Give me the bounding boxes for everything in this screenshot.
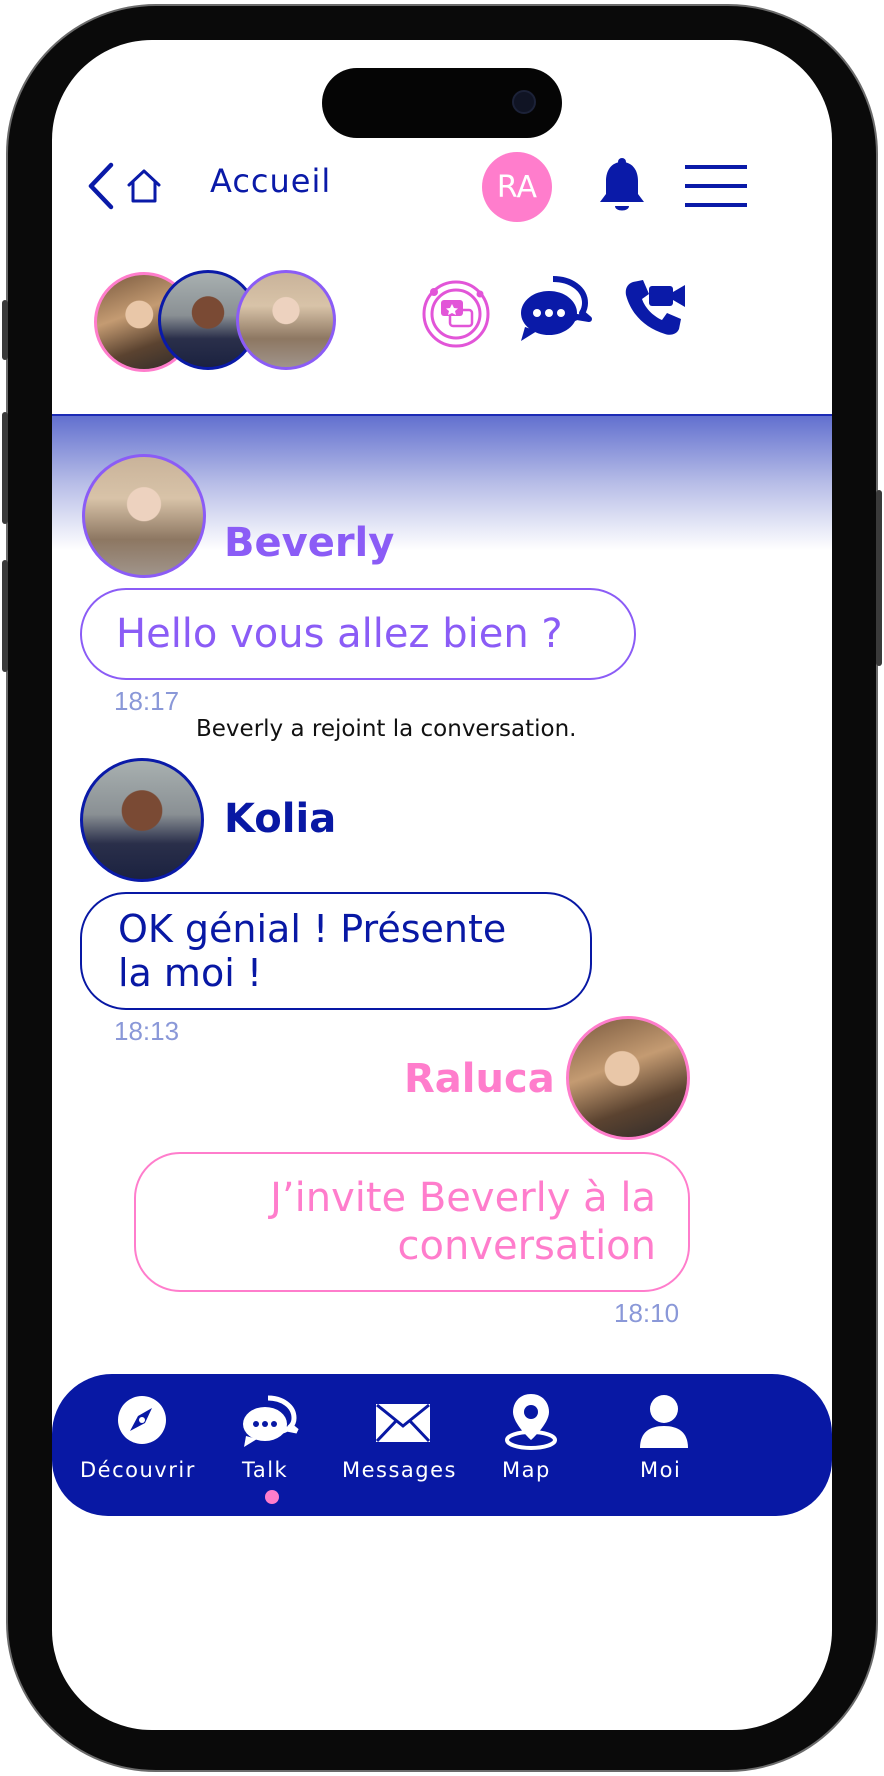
active-indicator: [265, 1490, 279, 1504]
user-avatar[interactable]: RA: [482, 152, 552, 222]
hamburger-menu-icon: [685, 165, 747, 207]
menu-button[interactable]: [684, 156, 748, 216]
message-text-line: conversation: [397, 1223, 656, 1269]
map-pin-icon: [505, 1394, 557, 1450]
message-text: Hello vous allez bien ?: [116, 611, 563, 657]
message-text-line: OK génial ! Présente: [118, 907, 507, 951]
chevron-left-icon: [88, 162, 114, 210]
chat-icon: [243, 1395, 299, 1447]
message-bubble: Hello vous allez bien ?: [80, 588, 636, 680]
user-icon: [640, 1395, 688, 1448]
nav-item-messages[interactable]: Messages: [342, 1374, 462, 1516]
phone-side-button: [2, 300, 8, 360]
nav-item-map[interactable]: Map: [496, 1374, 566, 1516]
phone-video-icon: [625, 280, 685, 335]
nav-label: Messages: [342, 1458, 457, 1482]
nav-item-moi[interactable]: Moi: [630, 1374, 700, 1516]
sender-name: Beverly: [224, 520, 395, 566]
nav-item-talk[interactable]: Talk: [232, 1374, 312, 1516]
star-chat-icon: [422, 280, 490, 348]
message-time: 18:10: [614, 1298, 680, 1328]
message-text-line: J’invite Beverly à la: [270, 1175, 656, 1221]
bottom-nav: Découvrir Talk Messages Map Moi: [52, 1374, 832, 1516]
nav-label: Découvrir: [80, 1458, 196, 1482]
phone-side-button: [876, 490, 882, 666]
avatar-beverly[interactable]: [82, 454, 206, 578]
nav-label: Map: [502, 1458, 551, 1482]
participant-avatar-beverly[interactable]: [236, 270, 336, 370]
message-text-line: la moi !: [118, 951, 263, 995]
phone-side-button: [2, 560, 8, 672]
chat-bubbles-icon: [521, 276, 592, 341]
avatar-kolia[interactable]: [80, 758, 204, 882]
bell-icon: [600, 158, 644, 211]
sender-name: Raluca: [404, 1056, 555, 1102]
system-message: Beverly a rejoint la conversation.: [196, 716, 577, 742]
chat-button[interactable]: [518, 272, 598, 348]
home-icon: [127, 169, 161, 203]
notifications-button[interactable]: [592, 152, 652, 222]
message-time: 18:13: [114, 1016, 180, 1046]
nav-label: Talk: [242, 1458, 289, 1482]
avatar-raluca[interactable]: [566, 1016, 690, 1140]
dynamic-island: [322, 68, 562, 138]
sender-name: Kolia: [224, 796, 337, 842]
back-button[interactable]: [80, 158, 120, 214]
message-bubble: J’invite Beverly à la conversation: [134, 1152, 690, 1292]
compass-icon: [118, 1396, 166, 1444]
home-button[interactable]: [124, 164, 164, 208]
phone-side-button: [2, 412, 8, 524]
envelope-icon: [375, 1403, 431, 1443]
message-bubble: OK génial ! Présente la moi !: [80, 892, 592, 1010]
message-time: 18:17: [114, 686, 180, 716]
group-chat-button[interactable]: [418, 276, 494, 352]
nav-item-decouvrir[interactable]: Découvrir: [80, 1374, 200, 1516]
camera-icon: [512, 90, 536, 114]
video-call-button[interactable]: [622, 276, 690, 340]
phone-screen: Accueil RA Beverly Hello vous allez bien…: [52, 40, 832, 1730]
nav-label: Moi: [640, 1458, 682, 1482]
page-title[interactable]: Accueil: [210, 162, 331, 200]
